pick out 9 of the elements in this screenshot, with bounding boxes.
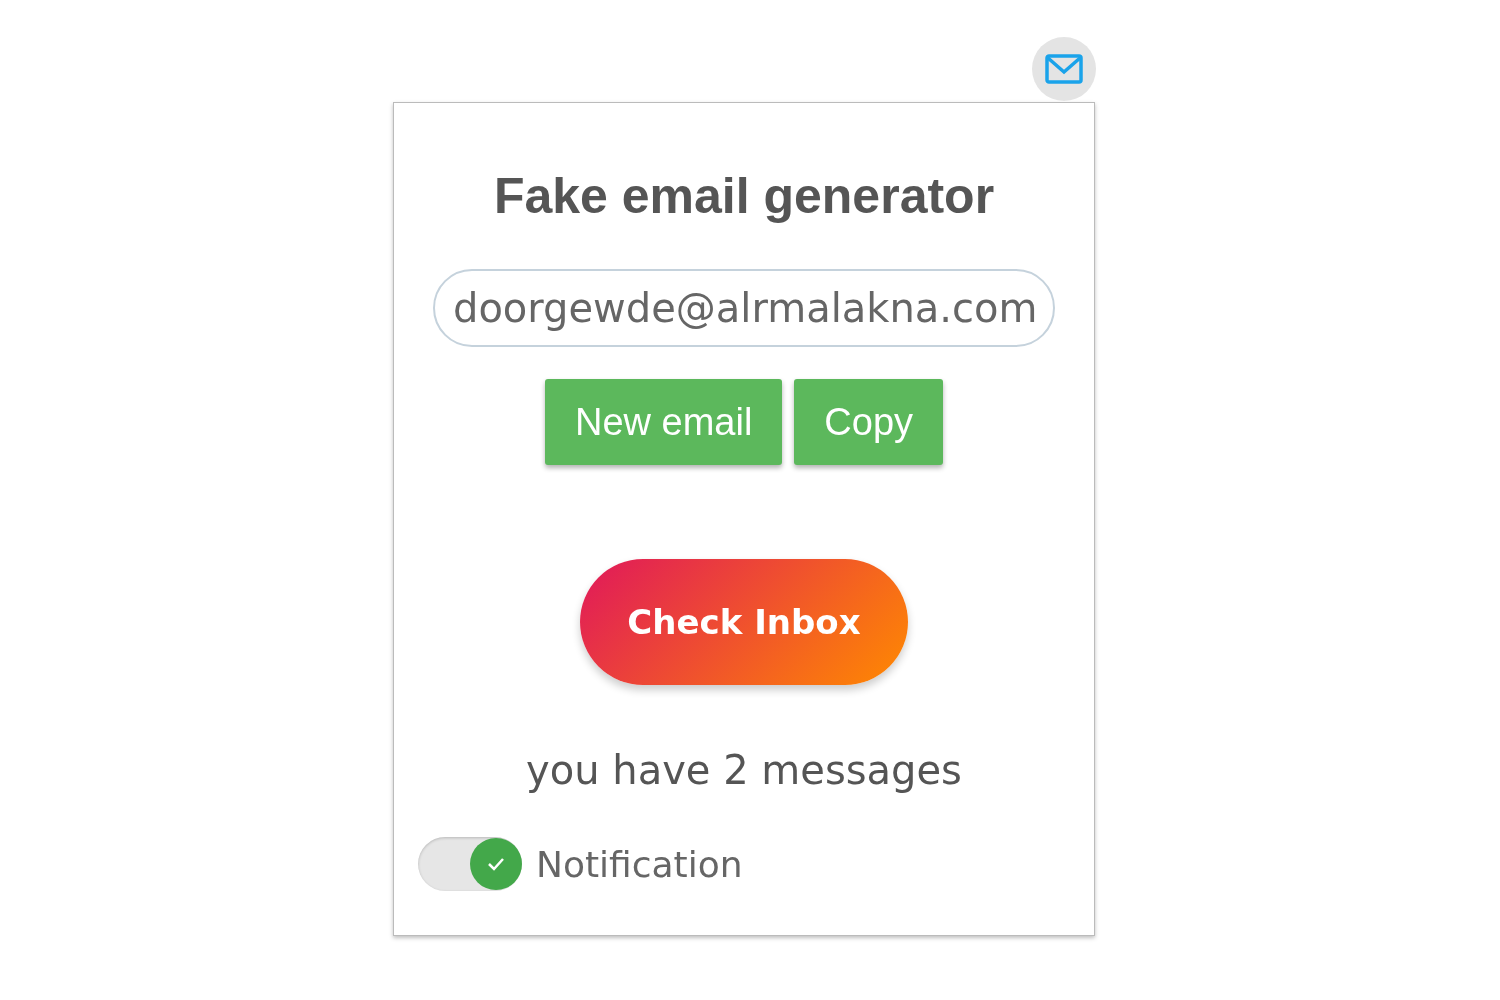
app-title: Fake email generator — [493, 167, 995, 225]
email-field[interactable]: doorgewde@alrmalakna.com — [433, 269, 1055, 347]
new-email-button[interactable]: New email — [544, 379, 783, 465]
notification-toggle[interactable] — [418, 837, 522, 891]
check-inbox-button[interactable]: Check Inbox — [580, 559, 908, 685]
mail-icon — [1045, 54, 1083, 84]
copy-button[interactable]: Copy — [794, 379, 944, 465]
notification-label: Notification — [536, 843, 743, 885]
message-count: you have 2 messages — [526, 747, 962, 793]
